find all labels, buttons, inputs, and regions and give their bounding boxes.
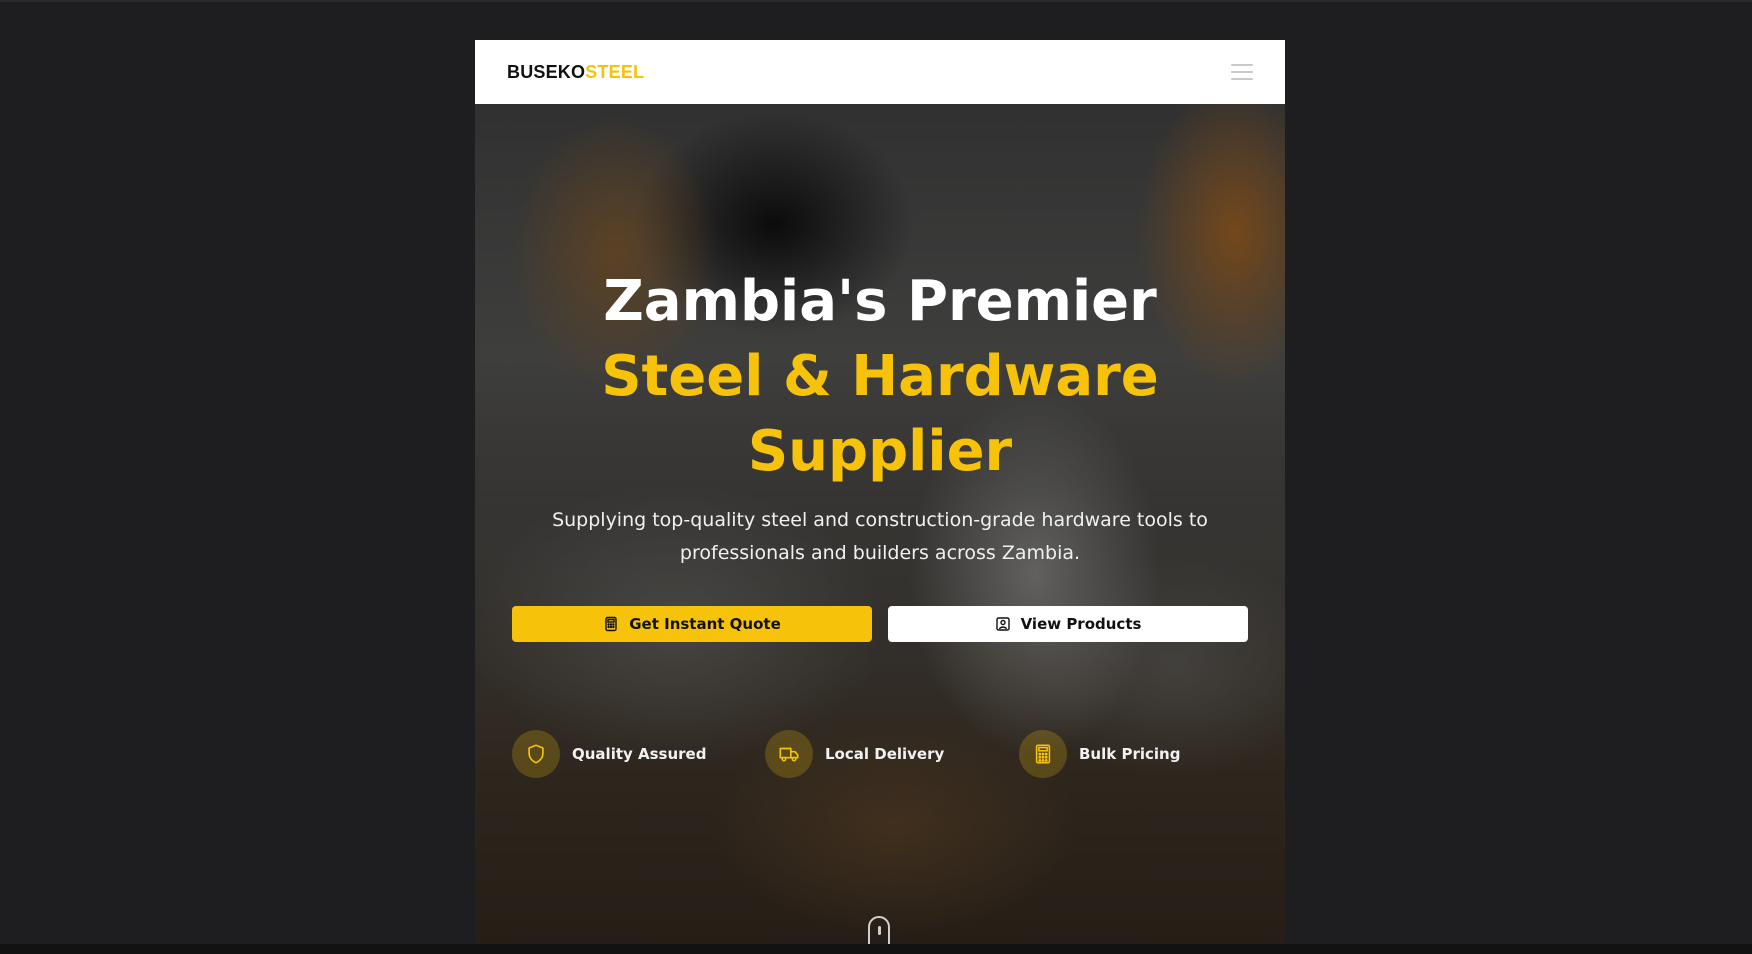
hero-content: Zambia's Premier Steel & Hardware Suppli…: [475, 104, 1285, 944]
hero-title: Zambia's Premier Steel & Hardware Suppli…: [475, 264, 1285, 489]
shield-icon: [512, 730, 560, 778]
mouse-scroll-icon[interactable]: [868, 916, 890, 944]
get-instant-quote-label: Get Instant Quote: [629, 615, 781, 633]
view-products-button[interactable]: View Products: [888, 606, 1248, 642]
feature-local-delivery: Local Delivery: [765, 730, 944, 778]
hero-subtitle: Supplying top-quality steel and construc…: [552, 509, 1208, 564]
brand-logo[interactable]: BUSEKOSTEEL: [507, 62, 644, 83]
calculator-icon: [605, 616, 617, 632]
feature-quality-assured: Quality Assured: [512, 730, 706, 778]
hero-title-line2: Steel & Hardware: [601, 344, 1159, 409]
browser-bottom-edge: [0, 944, 1752, 954]
image-box-icon: [995, 617, 1010, 631]
calculator-icon: [1019, 730, 1067, 778]
hamburger-menu-icon[interactable]: [1231, 64, 1253, 80]
site-header: BUSEKOSTEEL: [475, 40, 1285, 104]
feature-bulk-pricing: Bulk Pricing: [1019, 730, 1180, 778]
browser-top-edge: [0, 0, 1752, 2]
hero-title-line1: Zambia's Premier: [603, 269, 1157, 334]
get-instant-quote-button[interactable]: Get Instant Quote: [512, 606, 872, 642]
feature-label: Local Delivery: [825, 745, 945, 763]
feature-label: Quality Assured: [572, 745, 707, 763]
feature-list: Quality Assured Local Delivery Bulk Pric…: [512, 730, 1252, 780]
truck-icon: [765, 730, 813, 778]
brand-logo-part1: BUSEKO: [507, 61, 586, 82]
view-products-label: View Products: [1020, 615, 1142, 633]
hero-section: Zambia's Premier Steel & Hardware Suppli…: [475, 104, 1285, 944]
brand-logo-part2: STEEL: [585, 61, 645, 82]
page-viewport: BUSEKOSTEEL Zambia's Premier Steel & Har…: [475, 40, 1285, 944]
hero-title-line3: Supplier: [747, 419, 1013, 484]
feature-label: Bulk Pricing: [1079, 745, 1181, 763]
